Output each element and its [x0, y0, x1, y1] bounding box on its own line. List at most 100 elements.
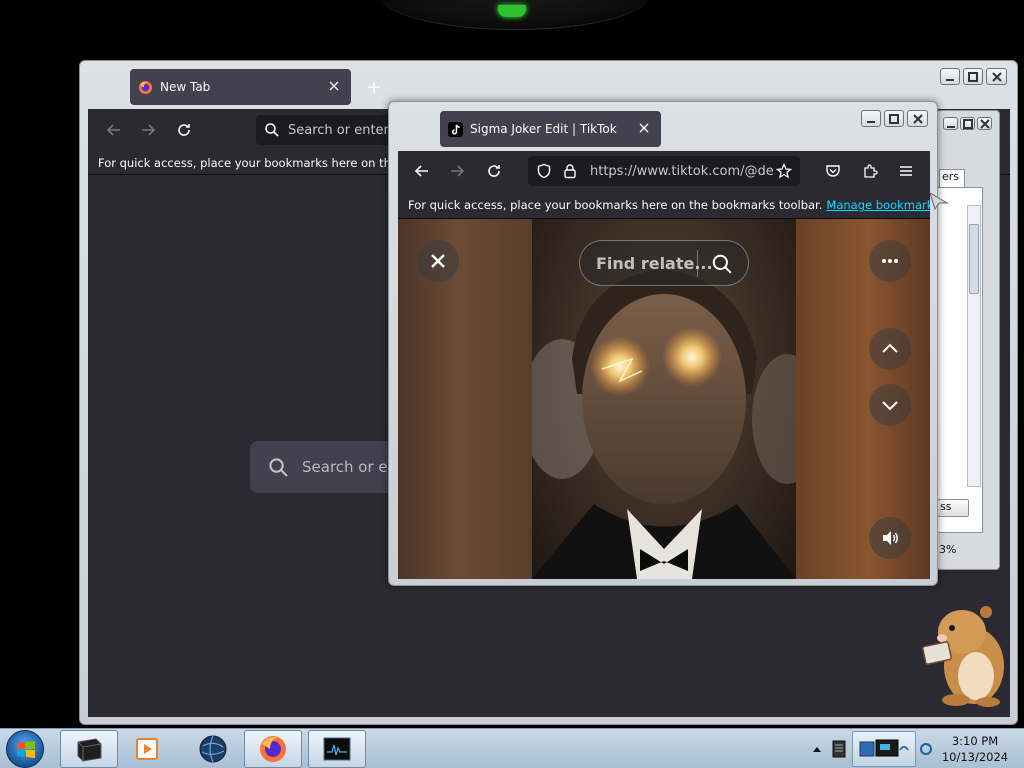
bg-status-text: 3% [939, 543, 957, 556]
tray-item-network[interactable] [852, 731, 916, 767]
bg-button-label: ss [940, 500, 952, 513]
tray-item-notes[interactable] [826, 729, 852, 768]
close-button[interactable] [977, 117, 992, 130]
arrow-right-icon [142, 124, 156, 136]
task-manager-icon [323, 737, 351, 761]
lock-icon [564, 164, 576, 179]
volume-button[interactable] [869, 517, 911, 559]
front-nav-toolbar: https://www.tiktok.com/@de [398, 151, 930, 192]
bookmarks-hint: For quick access, place your bookmarks h… [408, 198, 823, 212]
more-options-button[interactable] [869, 240, 911, 282]
reload-button[interactable] [170, 116, 198, 144]
tray-overflow-button[interactable] [808, 729, 826, 768]
taskbar-item-terminal[interactable] [60, 730, 118, 768]
terminal-icon [77, 738, 102, 762]
notes-icon [832, 740, 846, 758]
mouse-cursor-icon [929, 192, 949, 210]
close-video-button[interactable] [417, 240, 459, 282]
tab-title: Sigma Joker Edit | TikTok [470, 122, 617, 136]
bookmarks-hint: For quick access, place your bookmarks h… [98, 155, 416, 170]
close-icon [979, 118, 990, 129]
front-browser-window: Sigma Joker Edit | TikTok https://www.ti… [388, 101, 938, 586]
firefox-icon [260, 736, 286, 762]
search-divider [697, 250, 698, 277]
tab-tiktok[interactable]: Sigma Joker Edit | TikTok [440, 111, 661, 147]
hamster-desktop-pet[interactable] [916, 604, 1008, 708]
video-backdrop-left [398, 219, 532, 579]
pocket-icon [826, 165, 840, 177]
shield-icon [537, 163, 551, 179]
puzzle-icon [864, 164, 878, 178]
tiktok-viewer: Find relate... [398, 219, 930, 579]
arrow-left-icon [106, 124, 120, 136]
front-firefox: Sigma Joker Edit | TikTok https://www.ti… [397, 102, 930, 579]
back-button[interactable] [408, 157, 436, 185]
extensions-button[interactable] [856, 157, 884, 185]
firefox-icon [138, 80, 153, 95]
new-tab-button[interactable]: + [364, 77, 384, 98]
clock-time: 3:10 PM [951, 734, 999, 748]
tray-item-sync[interactable] [916, 729, 936, 768]
taskbar-item-media-player[interactable] [118, 730, 176, 768]
reload-icon [178, 124, 190, 136]
previous-video-button[interactable] [869, 328, 911, 370]
menu-button[interactable] [892, 157, 920, 185]
tab-close-button[interactable] [637, 121, 651, 135]
search-icon [269, 458, 288, 477]
forward-button[interactable] [443, 157, 471, 185]
scroll-thumb[interactable] [969, 224, 979, 294]
minimize-button[interactable] [943, 117, 958, 130]
taskbar-clock[interactable]: 3:10 PM 10/13/2024 [940, 733, 1010, 765]
url-bar[interactable]: https://www.tiktok.com/@de [528, 156, 800, 186]
url-text: https://www.tiktok.com/@de [590, 163, 774, 179]
network-icon [859, 739, 909, 757]
next-video-button[interactable] [869, 384, 911, 426]
search-icon [265, 123, 279, 137]
desktop: New Tab + Search or enter a For quick ac… [0, 0, 1024, 768]
globe-icon [199, 735, 227, 763]
chevron-up-icon [882, 343, 898, 353]
bg-scrollbar[interactable] [967, 205, 981, 487]
bg-caption-buttons [943, 117, 992, 130]
clock-date: 10/13/2024 [941, 750, 1009, 764]
reload-button[interactable] [480, 157, 508, 185]
bg-tab[interactable]: ers [939, 169, 965, 187]
search-icon[interactable] [711, 253, 733, 275]
bookmark-star-button[interactable] [770, 157, 798, 185]
tiktok-icon [448, 122, 463, 137]
desktop-top-led [498, 5, 526, 17]
tab-new-tab[interactable]: New Tab [130, 69, 351, 105]
chevron-up-icon [813, 747, 821, 752]
close-icon [639, 123, 649, 133]
close-icon [431, 254, 445, 268]
star-icon [776, 163, 792, 179]
bg-tab-label: ers [942, 170, 960, 183]
taskbar-item-task-manager[interactable] [308, 730, 366, 768]
maximize-icon [962, 118, 973, 129]
bg-status: 3% [937, 543, 991, 565]
taskbar-item-firefox[interactable] [244, 730, 302, 768]
taskbar-item-globe-app[interactable] [184, 730, 242, 768]
more-dots-icon [882, 259, 898, 263]
maximize-button[interactable] [960, 117, 975, 130]
find-related-search[interactable]: Find relate... [579, 240, 749, 286]
start-button[interactable] [6, 730, 44, 768]
close-icon [329, 81, 339, 91]
manage-bookmarks-link[interactable]: Manage bookmarks… [826, 198, 930, 212]
media-player-icon [136, 738, 158, 760]
forward-button[interactable] [134, 116, 162, 144]
speaker-icon [883, 531, 898, 545]
arrow-right-icon [451, 165, 465, 177]
back-button[interactable] [100, 116, 128, 144]
sync-icon [920, 743, 932, 755]
arrow-left-icon [414, 165, 428, 177]
hamburger-icon [900, 166, 912, 176]
url-placeholder: Search or enter a [288, 122, 402, 138]
reload-icon [488, 165, 500, 177]
tab-close-button[interactable] [327, 79, 341, 93]
bg-button[interactable]: ss [937, 499, 969, 517]
new-tab-search-box[interactable]: Search or ent [250, 441, 410, 493]
pocket-button[interactable] [819, 157, 847, 185]
tab-title: New Tab [160, 80, 211, 94]
background-app-window: ers ss 3% [936, 110, 1000, 570]
